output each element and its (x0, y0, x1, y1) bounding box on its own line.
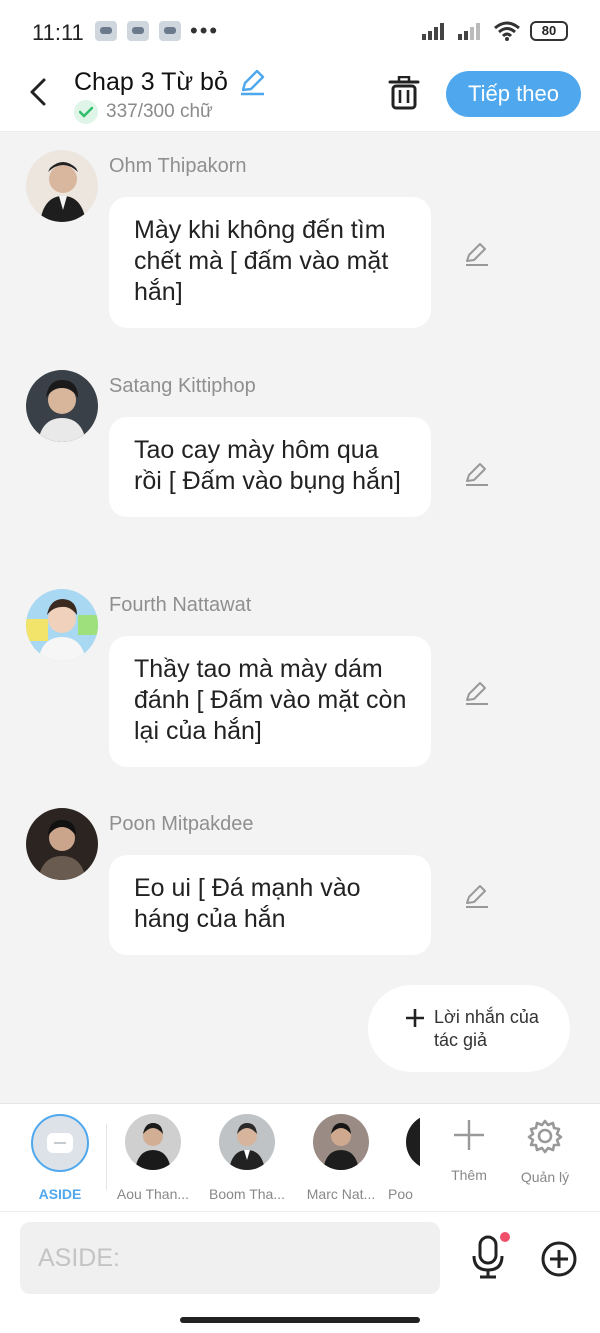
edit-title-button[interactable] (238, 68, 266, 101)
character-name: Poo (388, 1186, 413, 1202)
microphone-icon (472, 1235, 504, 1279)
signal-icon (422, 23, 444, 40)
message-input[interactable] (20, 1222, 440, 1294)
trash-icon (388, 75, 420, 110)
message-bubble[interactable]: Thầy tao mà mày dám đánh [ Đấm vào mặt c… (109, 636, 431, 767)
character-name: Aou Than... (116, 1186, 190, 1202)
character-item[interactable]: Poo (388, 1114, 420, 1202)
app-notification-icon (95, 21, 117, 41)
more-notifications-icon: ••• (190, 18, 220, 43)
status-bar: 11:11 ••• 80 (0, 0, 600, 64)
signal-icon (458, 23, 480, 40)
voice-input-button[interactable] (470, 1232, 510, 1282)
avatar[interactable] (26, 370, 98, 442)
edit-message-button[interactable] (462, 242, 490, 273)
edit-message-button[interactable] (462, 681, 490, 712)
avatar[interactable] (26, 808, 98, 880)
character-item[interactable]: Marc Nat... (295, 1114, 387, 1202)
pencil-icon (241, 69, 265, 96)
avatar[interactable] (26, 150, 98, 222)
sender-name: Satang Kittiphop (109, 375, 256, 397)
avatar (406, 1114, 420, 1170)
next-button[interactable]: Tiếp theo (446, 71, 581, 117)
sender-name: Fourth Nattawat (109, 594, 252, 616)
character-name: Marc Nat... (306, 1186, 376, 1202)
battery-icon: 80 (530, 21, 568, 41)
character-bar: ASIDE Aou Than... Boom Tha... Marc Nat..… (0, 1103, 600, 1211)
editor-header: Chap 3 Từ bỏ 337/300 chữ Tiếp theo (0, 64, 600, 132)
message-bubble[interactable]: Eo ui [ Đá mạnh vào háng của hắn (109, 855, 431, 955)
back-button[interactable] (20, 74, 56, 110)
character-item[interactable]: Boom Tha... (201, 1114, 293, 1202)
pencil-icon (466, 885, 488, 908)
pencil-icon (466, 682, 488, 705)
character-name: ASIDE (38, 1186, 82, 1202)
word-count-row: 337/300 chữ (74, 100, 213, 124)
manage-button[interactable]: Quản lý (510, 1118, 580, 1185)
manage-label: Quản lý (520, 1169, 570, 1185)
plus-circle-icon (541, 1241, 577, 1277)
delete-button[interactable] (386, 75, 422, 115)
avatar (219, 1114, 275, 1170)
add-content-button[interactable] (540, 1240, 578, 1283)
notification-dot (500, 1232, 510, 1242)
character-item[interactable]: Aou Than... (107, 1114, 199, 1202)
check-icon (74, 100, 98, 124)
status-time: 11:11 (32, 20, 84, 45)
plus-icon (454, 1120, 484, 1150)
author-note-label: Lời nhắn của tác giả (434, 1006, 539, 1050)
pencil-icon (466, 463, 488, 486)
notification-icons (95, 21, 181, 41)
edit-message-button[interactable] (462, 462, 490, 493)
avatar (313, 1114, 369, 1170)
gear-icon (527, 1119, 563, 1154)
chevron-left-icon (30, 78, 46, 106)
aside-icon (31, 1114, 89, 1172)
author-note-button[interactable]: Lời nhắn của tác giả (368, 985, 570, 1072)
sender-name: Poon Mitpakdee (109, 813, 254, 835)
wifi-icon (494, 21, 520, 41)
app-notification-icon (159, 21, 181, 41)
character-name: Boom Tha... (208, 1186, 285, 1202)
plus-icon (406, 1008, 424, 1027)
message-bubble[interactable]: Tao cay mày hôm qua rồi [ Đấm vào bụng h… (109, 417, 431, 517)
avatar[interactable] (26, 589, 98, 661)
pencil-icon (466, 243, 488, 266)
avatar (125, 1114, 181, 1170)
home-indicator[interactable] (180, 1317, 420, 1323)
character-aside[interactable]: ASIDE (14, 1114, 106, 1202)
sender-name: Ohm Thipakorn (109, 155, 247, 177)
input-area (0, 1211, 600, 1333)
add-character-button[interactable]: Thêm (434, 1118, 504, 1183)
word-count: 337/300 chữ (106, 101, 213, 122)
chapter-title: Chap 3 Từ bỏ (74, 68, 228, 96)
system-indicators: 80 (422, 21, 568, 41)
app-notification-icon (127, 21, 149, 41)
add-label: Thêm (451, 1167, 487, 1183)
edit-message-button[interactable] (462, 884, 490, 915)
message-bubble[interactable]: Mày khi không đến tìm chết mà [ đấm vào … (109, 197, 431, 328)
